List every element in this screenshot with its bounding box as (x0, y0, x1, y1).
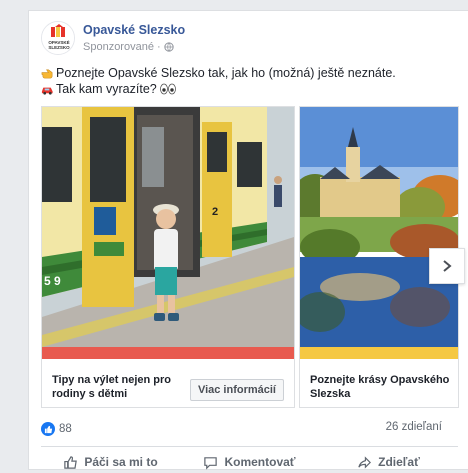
pointing-hand-icon (41, 69, 53, 78)
card-title: Poznejte krásy Opavského Slezska (310, 374, 450, 400)
carousel-next-button[interactable] (429, 248, 465, 284)
page-avatar[interactable]: OPAVSKÉ SLEZSKO (41, 21, 75, 55)
like-count: 88 (59, 423, 72, 435)
svg-text:OPAVSKÉ: OPAVSKÉ (48, 38, 69, 45)
svg-text:2: 2 (212, 206, 218, 218)
ad-carousel: 2 5 9 Tipy na výlet nejen pro rodiny s d… (41, 106, 468, 411)
card-color-strip (300, 347, 458, 359)
opavske-slezsko-logo: OPAVSKÉ SLEZSKO (42, 22, 74, 54)
post-text: Poznejte Opavské Slezsko tak, jak ho (mo… (41, 65, 461, 97)
comment-icon (204, 456, 218, 470)
carousel-card-train[interactable]: 2 5 9 Tipy na výlet nejen pro rodiny s d… (41, 106, 295, 408)
thumbs-up-icon (64, 455, 78, 469)
svg-text:SLEZSKO: SLEZSKO (48, 45, 70, 50)
card-color-strip (42, 347, 294, 359)
svg-text:5 9: 5 9 (44, 274, 61, 288)
reaction-summary[interactable]: 88 (41, 421, 72, 437)
page-name-link[interactable]: Opavské Slezsko (83, 23, 185, 37)
castle-photo (300, 107, 458, 347)
chevron-right-icon (443, 260, 452, 272)
share-icon (358, 455, 372, 469)
divider (41, 446, 458, 447)
train-photo: 2 5 9 (42, 107, 294, 347)
card-title: Tipy na výlet nejen pro rodiny s dětmi (52, 374, 171, 400)
eyes-icon (159, 83, 176, 95)
sponsored-post: OPAVSKÉ SLEZSKO Opavské Slezsko Sponzoro… (28, 10, 468, 470)
more-info-button[interactable]: Viac informácií (189, 379, 284, 401)
share-count[interactable]: 26 zdieľaní (386, 421, 442, 433)
like-reaction-icon (41, 422, 55, 436)
post-text-line1: Poznejte Opavské Slezsko tak, jak ho (mo… (56, 66, 396, 80)
globe-icon[interactable] (164, 42, 174, 52)
post-text-line2: Tak kam vyrazíte? (56, 82, 157, 96)
car-icon (41, 87, 53, 95)
sponsored-label: Sponzorované · (83, 41, 174, 53)
post-header: OPAVSKÉ SLEZSKO Opavské Slezsko Sponzoro… (41, 21, 441, 61)
